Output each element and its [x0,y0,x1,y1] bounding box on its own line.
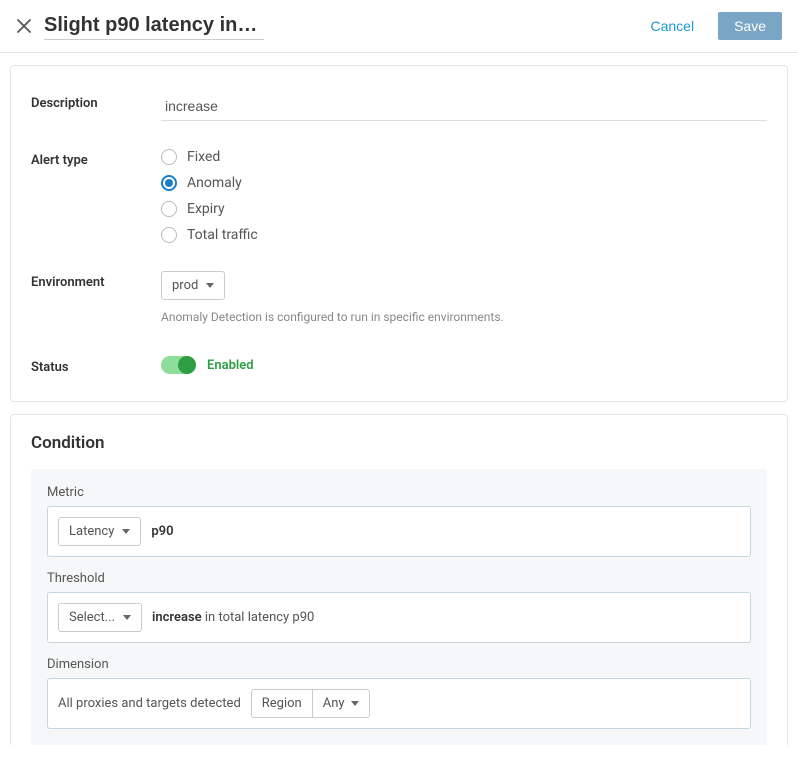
radio-icon [161,175,177,191]
cancel-button[interactable]: Cancel [638,12,706,40]
threshold-text: increase in total latency p90 [152,610,314,625]
chevron-down-icon [351,701,359,706]
metric-box: Latency p90 [47,506,751,557]
status-toggle[interactable] [161,356,195,374]
dropdown-value: Any [323,696,345,711]
dimension-region-button[interactable]: Region [251,689,313,718]
alert-type-total-traffic[interactable]: Total traffic [161,227,767,243]
radio-label: Fixed [187,149,220,165]
chevron-down-icon [123,615,131,620]
dimension-box: All proxies and targets detected Region … [47,678,751,729]
status-text: Enabled [207,358,254,373]
radio-icon [161,201,177,217]
radio-label: Expiry [187,201,225,217]
dropdown-value: Select... [69,610,115,625]
radio-label: Total traffic [187,227,258,243]
environment-hint: Anomaly Detection is configured to run i… [161,310,767,324]
chevron-down-icon [206,283,214,288]
alert-type-fixed[interactable]: Fixed [161,149,767,165]
condition-title: Condition [11,433,787,469]
title-input[interactable] [44,12,264,40]
dimension-selector: Region Any [251,689,370,718]
radio-icon [161,227,177,243]
threshold-dropdown[interactable]: Select... [58,603,142,632]
dropdown-value: prod [172,278,198,293]
toggle-knob [178,356,196,374]
environment-label: Environment [31,271,161,290]
chevron-down-icon [122,529,130,534]
alert-type-label: Alert type [31,149,161,168]
threshold-label: Threshold [47,571,751,586]
radio-icon [161,149,177,165]
condition-body: Metric Latency p90 Threshold Select... i… [31,469,767,745]
description-input[interactable] [161,92,767,121]
close-icon[interactable] [16,18,32,34]
alert-type-group: Fixed Anomaly Expiry Total traffic [161,149,767,243]
metric-dropdown[interactable]: Latency [58,517,141,546]
description-label: Description [31,92,161,111]
threshold-box: Select... increase in total latency p90 [47,592,751,643]
dimension-any-dropdown[interactable]: Any [313,689,370,718]
settings-panel: Description Alert type Fixed Anomaly Exp… [10,65,788,402]
alert-type-expiry[interactable]: Expiry [161,201,767,217]
dimension-label: Dimension [47,657,751,672]
condition-panel: Condition Metric Latency p90 Threshold S… [10,414,788,745]
alert-type-anomaly[interactable]: Anomaly [161,175,767,191]
save-button[interactable]: Save [718,12,782,40]
header: Cancel Save [0,0,798,53]
dropdown-value: Latency [69,524,114,539]
metric-label: Metric [47,485,751,500]
metric-suffix: p90 [151,524,173,539]
environment-dropdown[interactable]: prod [161,271,225,300]
status-label: Status [31,356,161,375]
radio-label: Anomaly [187,175,242,191]
dimension-text: All proxies and targets detected [58,696,241,711]
